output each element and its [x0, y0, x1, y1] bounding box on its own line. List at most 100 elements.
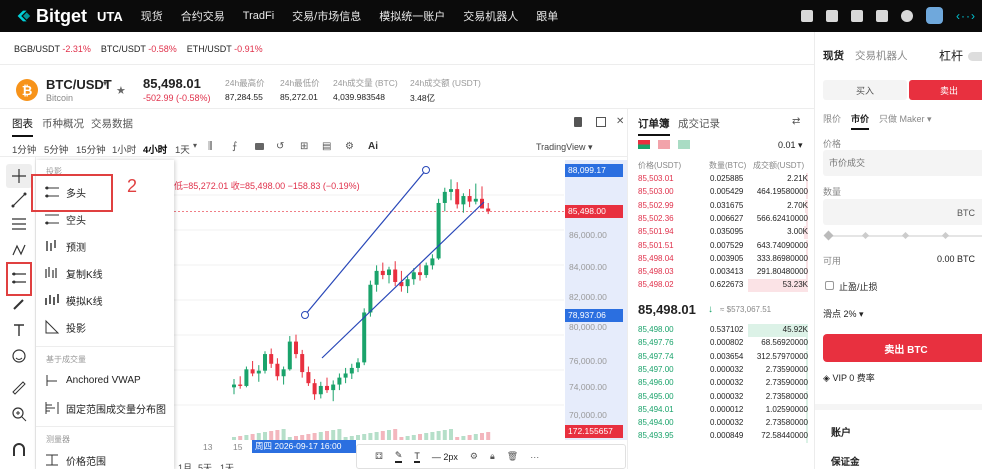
- magnet-tool[interactable]: [6, 438, 32, 462]
- book-asks-icon[interactable]: [658, 140, 670, 149]
- lock-icon[interactable]: 🔒︎: [490, 451, 495, 462]
- brand-logo[interactable]: Bitget UTA: [14, 6, 123, 27]
- order-book-row[interactable]: 85,493.95 0.000849 72.58440000: [628, 430, 808, 444]
- line-color-icon[interactable]: ✎: [394, 450, 403, 463]
- tf-5m[interactable]: 5分钟: [44, 142, 68, 156]
- vip-fee[interactable]: ◈ VIP 0 费率: [823, 371, 875, 384]
- price-axis[interactable]: 88,099.17 86,000.00 85,498.00 84,000.00 …: [565, 160, 627, 440]
- zoom-tool[interactable]: [6, 402, 32, 426]
- nav-demo-account[interactable]: 模拟统一账户: [379, 8, 445, 24]
- order-type-limit[interactable]: 限价: [823, 112, 841, 125]
- tf-1h[interactable]: 1小时: [112, 142, 136, 156]
- bottom-tf-1mo[interactable]: 1月: [178, 461, 192, 469]
- order-book-row[interactable]: 85,502.99 0.031675 2.70K: [628, 199, 808, 213]
- sell-tab-button[interactable]: 卖出: [909, 80, 982, 100]
- screenshot-icon[interactable]: [574, 117, 582, 127]
- order-book-row[interactable]: 85,497.76 0.000802 68.56920000: [628, 337, 808, 351]
- order-book-row[interactable]: 85,497.00 0.000032 2.73590000: [628, 363, 808, 377]
- symbol-dropdown-icon[interactable]: ▾: [103, 79, 107, 88]
- tab-spot[interactable]: 现货: [823, 48, 844, 63]
- ruler-tool[interactable]: [6, 376, 32, 400]
- ticker-btc[interactable]: BTC/USDT -0.58%: [101, 44, 177, 60]
- order-type-market[interactable]: 市价: [851, 112, 870, 130]
- tab-order-book[interactable]: 订单簿: [638, 116, 670, 136]
- wallet-icon[interactable]: [801, 9, 814, 22]
- ai-icon[interactable]: Ai: [368, 141, 378, 152]
- trendline-tool[interactable]: [6, 188, 32, 212]
- order-book-row[interactable]: 85,503.00 0.005429 464.19580000: [628, 186, 808, 200]
- nav-spot[interactable]: 现货: [141, 8, 163, 24]
- pattern-tool[interactable]: [6, 238, 32, 262]
- precision-select[interactable]: 0.01 ▾: [778, 140, 803, 151]
- undo-icon[interactable]: ↺: [276, 141, 284, 152]
- tab-coin-overview[interactable]: 币种概况: [42, 116, 84, 131]
- ticker-bgb[interactable]: BGB/USDT -2.31%: [14, 44, 91, 60]
- order-book-row[interactable]: 85,497.74 0.003654 312.57970000: [628, 350, 808, 364]
- order-book-row[interactable]: 85,496.00 0.000032 2.73590000: [628, 377, 808, 391]
- assets-icon[interactable]: [876, 9, 889, 22]
- book-bids-icon[interactable]: [678, 140, 690, 149]
- book-both-icon[interactable]: [638, 140, 650, 149]
- fib-tool[interactable]: [6, 212, 32, 236]
- crosshair-tool[interactable]: [6, 164, 32, 188]
- menu-item-price-range[interactable]: 价格范围: [44, 452, 106, 468]
- order-book-row[interactable]: 85,494.01 0.000012 1.02590000: [628, 403, 808, 417]
- tf-dropdown-icon[interactable]: ▾: [193, 141, 197, 150]
- tradingview-toggle[interactable]: TradingView ▾: [536, 142, 593, 153]
- settings-icon[interactable]: ⚙: [345, 141, 354, 152]
- order-book-row[interactable]: 85,502.36 0.006627 566.62410000: [628, 212, 808, 226]
- tab-trade-history[interactable]: 成交记录: [678, 116, 720, 131]
- menu-item-forecast[interactable]: 预测: [44, 238, 86, 254]
- order-book-row[interactable]: 85,501.51 0.007529 643.74090000: [628, 239, 808, 253]
- layout-icon[interactable]: ⊞: [300, 141, 308, 152]
- line-width-select[interactable]: — 2px: [432, 452, 458, 462]
- order-book-row[interactable]: 85,498.00 0.537102 45.92K: [628, 324, 808, 337]
- menu-item-fixed-range-volume[interactable]: 固定范围成交量分布图: [44, 400, 166, 416]
- account-type-label[interactable]: UTA: [97, 9, 123, 24]
- buy-tab-button[interactable]: 买入: [823, 80, 907, 100]
- tf-1d[interactable]: 1天: [175, 142, 190, 156]
- bottom-tf-5d[interactable]: 5天: [198, 461, 212, 469]
- tab-chart[interactable]: 图表: [12, 116, 33, 137]
- symbol-pair[interactable]: BTC/USDT: [46, 77, 112, 92]
- close-icon[interactable]: ✕: [616, 116, 624, 127]
- menu-item-anchored-vwap[interactable]: Anchored VWAP: [44, 372, 141, 388]
- order-book-row[interactable]: 85,498.04 0.003905 333.86980000: [628, 252, 808, 266]
- tpsl-checkbox[interactable]: [825, 281, 834, 290]
- price-input[interactable]: [823, 150, 982, 176]
- nav-trading-bot[interactable]: 交易机器人: [463, 8, 518, 24]
- tab-trading-data[interactable]: 交易数据: [91, 116, 133, 131]
- order-book-row[interactable]: 85,498.03 0.003413 291.80480000: [628, 266, 808, 280]
- candle-type-icon[interactable]: ⫼: [208, 141, 213, 152]
- nav-market-info[interactable]: 交易/市场信息: [292, 8, 361, 24]
- template-icon[interactable]: ⚃: [375, 451, 383, 462]
- tf-4h[interactable]: 4小时: [143, 142, 167, 156]
- nav-copy-trading[interactable]: 跟单: [536, 8, 558, 24]
- order-book-row[interactable]: 85,494.00 0.000032 2.73580000: [628, 417, 808, 431]
- order-book-row[interactable]: 85,498.02 0.622673 53.23K: [628, 279, 808, 293]
- sell-btc-button[interactable]: 卖出 BTC: [823, 334, 982, 362]
- menu-item-copy-bars[interactable]: 复制K线: [44, 265, 103, 281]
- order-book-row[interactable]: 85,495.00 0.000032 2.73580000: [628, 390, 808, 404]
- settings-gear-icon[interactable]: [901, 9, 914, 22]
- menu-item-short[interactable]: 空头: [44, 211, 86, 227]
- camera-icon[interactable]: [255, 143, 264, 150]
- order-type-maker[interactable]: 只做 Maker ▾: [879, 112, 932, 125]
- candlestick-chart[interactable]: [174, 160, 626, 440]
- emoji-tool[interactable]: [6, 344, 32, 368]
- text-color-icon[interactable]: T: [414, 451, 420, 463]
- tf-15m[interactable]: 15分钟: [76, 142, 106, 156]
- template-icon[interactable]: ▤: [322, 141, 331, 152]
- settings-icon[interactable]: ⚙: [470, 451, 478, 462]
- more-icon[interactable]: ‹··›: [956, 9, 976, 23]
- tf-1m[interactable]: 1分钟: [12, 142, 36, 156]
- deposit-icon[interactable]: [851, 9, 864, 22]
- order-book-row[interactable]: 85,503.01 0.025885 2.21K: [628, 173, 808, 186]
- download-icon[interactable]: [826, 9, 839, 22]
- leverage-toggle[interactable]: [968, 52, 982, 61]
- swap-icon[interactable]: ⇄: [792, 116, 800, 127]
- trash-icon[interactable]: 🗑︎: [507, 451, 518, 462]
- text-tool[interactable]: [6, 318, 32, 342]
- ticker-eth[interactable]: ETH/USDT -0.91%: [187, 44, 263, 60]
- menu-item-simulate-bars[interactable]: 模拟K线: [44, 292, 103, 308]
